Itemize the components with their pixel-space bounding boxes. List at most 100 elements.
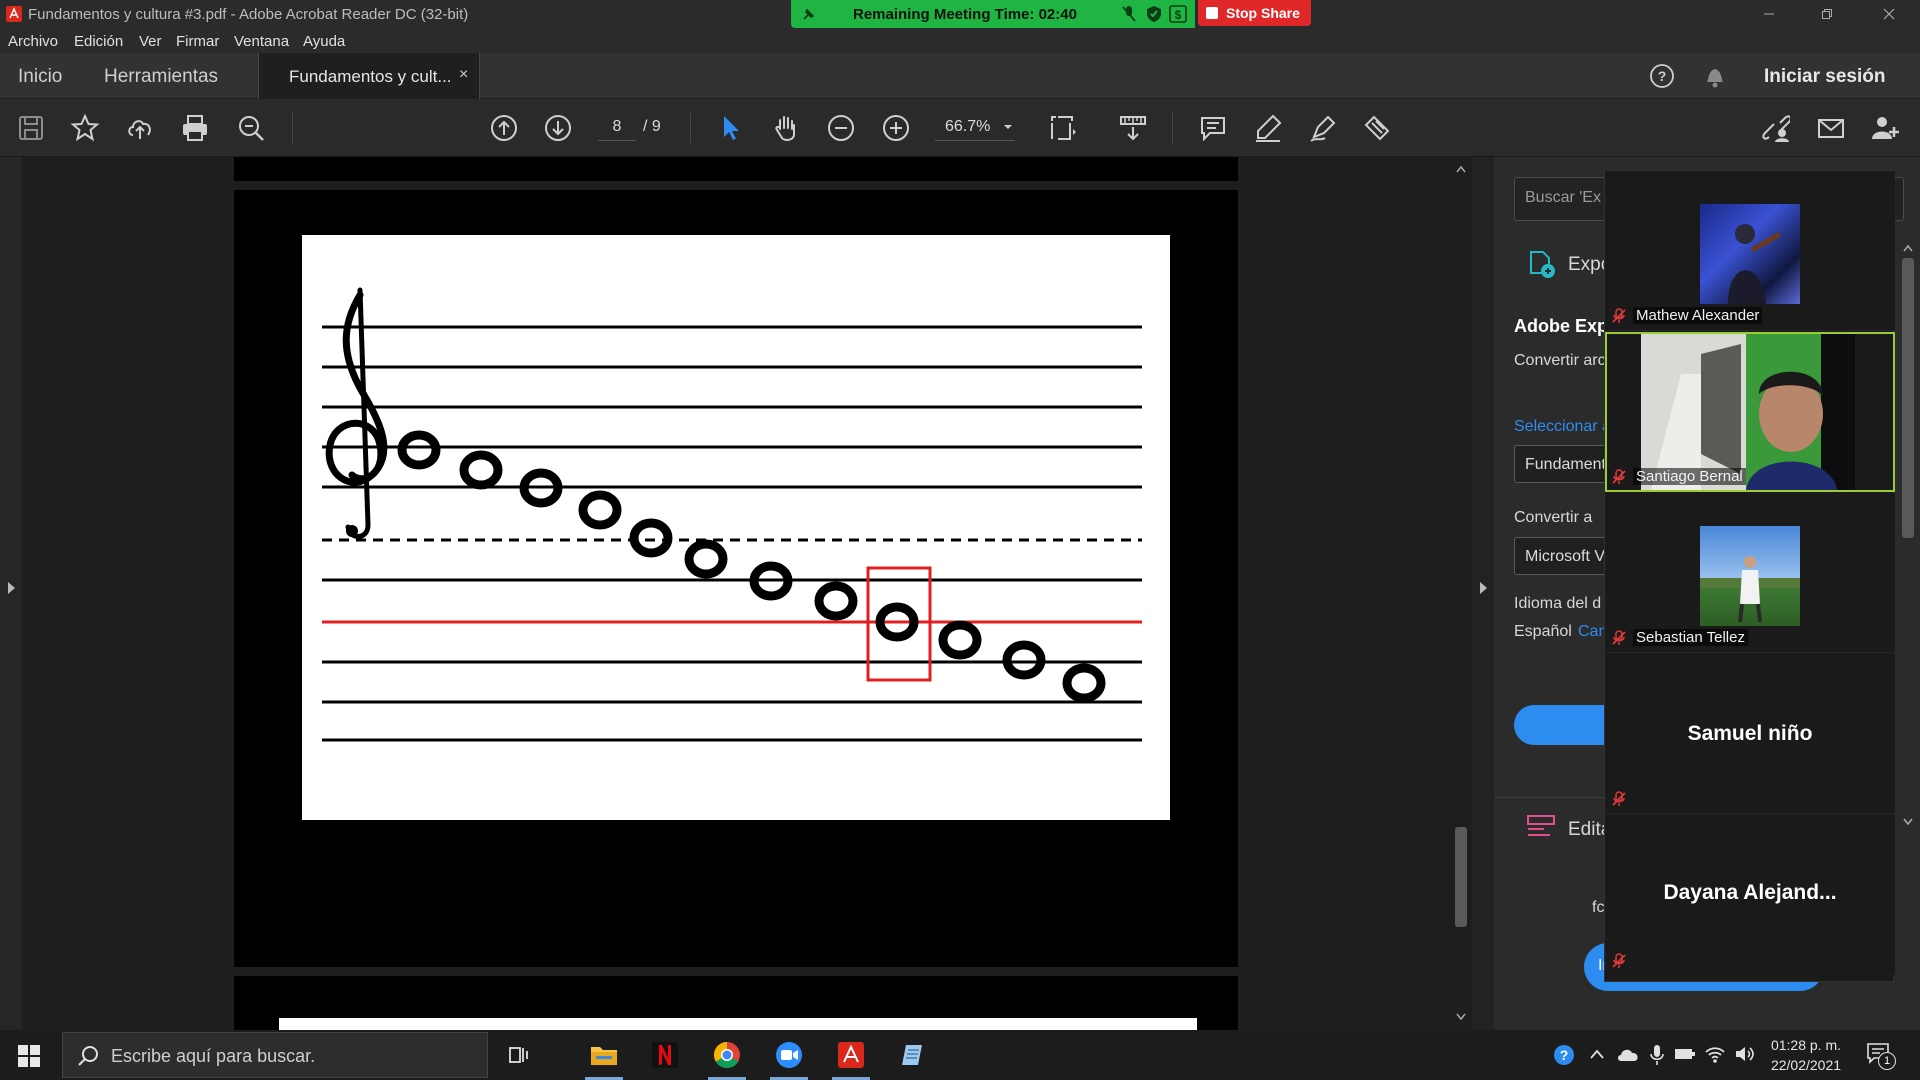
stop-icon [1206, 7, 1218, 19]
clock-date: 22/02/2021 [1770, 1057, 1842, 1073]
wifi-icon[interactable] [1704, 1044, 1726, 1064]
tab-home[interactable]: Inicio [18, 66, 62, 88]
scroll-up-icon[interactable] [1903, 244, 1913, 252]
comment-icon[interactable] [1198, 113, 1228, 143]
minimize-button[interactable] [1746, 0, 1792, 28]
menu-bar: Archivo Edición Ver Firmar Ventana Ayuda [0, 28, 1920, 53]
page-number-input[interactable]: 8 [598, 113, 636, 141]
scroll-mode-icon[interactable] [1118, 113, 1148, 143]
mic-muted-icon [1612, 469, 1626, 484]
separator [1172, 113, 1173, 143]
upper-staff-lines [322, 325, 1142, 489]
taskbar-acrobat[interactable] [826, 1030, 876, 1080]
taskbar-search-input[interactable]: Escribe aquí para buscar. [62, 1032, 488, 1078]
search-zoom-icon[interactable] [236, 113, 266, 143]
convert-to-label: Convertir a [1514, 509, 1593, 526]
task-view-icon [509, 1047, 528, 1063]
add-user-icon[interactable] [1870, 113, 1900, 143]
menu-edicion[interactable]: Edición [74, 33, 123, 50]
taskbar-app[interactable] [888, 1030, 938, 1080]
edit-redact-icon[interactable] [1362, 113, 1392, 143]
select-file-link[interactable]: Seleccionar a [1514, 418, 1611, 436]
format-select-value: Microsoft V [1525, 548, 1606, 565]
scroll-up-icon[interactable] [1456, 165, 1466, 173]
page-up-icon[interactable] [489, 113, 519, 143]
chrome-icon [713, 1041, 740, 1069]
upload-cloud-icon[interactable] [125, 113, 155, 143]
video-frame [1641, 334, 1855, 490]
menu-ventana[interactable]: Ventana [234, 33, 289, 50]
left-panel-toggle[interactable] [0, 157, 22, 1030]
close-window-button[interactable] [1866, 0, 1912, 28]
highlight-pen-icon[interactable] [1253, 113, 1283, 143]
scrollbar-thumb[interactable] [1902, 258, 1914, 538]
toolbar: 8 / 9 66.7% [0, 99, 1920, 157]
hand-icon[interactable] [771, 113, 801, 143]
meeting-timer[interactable]: Remaining Meeting Time: 02:40 $ [791, 0, 1195, 28]
scroll-down-icon[interactable] [1456, 1013, 1466, 1021]
mic-muted-icon [1612, 630, 1626, 645]
participant-tile[interactable]: Sebastian Tellez [1605, 493, 1895, 653]
help-tray-icon[interactable]: ? [1553, 1044, 1575, 1066]
sign-pen-icon[interactable] [1308, 113, 1338, 143]
participant-tile-active[interactable]: Santiago Bernal [1605, 332, 1895, 492]
participant-tile[interactable]: Samuel niño [1605, 654, 1895, 814]
tab-close-button[interactable]: × [459, 66, 468, 84]
taskbar-netflix[interactable] [640, 1030, 690, 1080]
edit-pdf-icon[interactable] [1526, 814, 1556, 838]
volume-icon[interactable] [1734, 1044, 1756, 1064]
participant-name: Mathew Alexander [1633, 307, 1763, 324]
minimize-icon [1764, 13, 1774, 15]
taskbar-file-explorer[interactable] [579, 1030, 629, 1080]
taskbar-zoom[interactable] [764, 1030, 814, 1080]
avatar-image [1700, 556, 1800, 623]
taskbar-chrome[interactable] [702, 1030, 752, 1080]
export-pdf-icon[interactable] [1526, 249, 1556, 279]
notifications-button[interactable]: 1 [1866, 1042, 1896, 1070]
menu-ayuda[interactable]: Ayuda [303, 33, 345, 50]
link-person-icon[interactable] [1760, 113, 1790, 143]
participant-tile[interactable]: Dayana Alejand... [1605, 815, 1895, 975]
zoom-icon [776, 1042, 802, 1068]
battery-icon[interactable] [1674, 1047, 1696, 1061]
fit-page-icon[interactable] [1048, 113, 1078, 143]
zoom-in-icon[interactable] [881, 113, 911, 143]
select-cursor-icon[interactable] [716, 113, 746, 143]
print-icon[interactable] [180, 113, 210, 143]
windows-taskbar: Escribe aquí para buscar. ? 01:28 p. m. … [0, 1030, 1920, 1080]
scrollbar-thumb[interactable] [1455, 827, 1467, 927]
microphone-icon[interactable] [1650, 1044, 1664, 1066]
sign-in-link[interactable]: Iniciar sesión [1764, 66, 1885, 88]
zoom-out-icon[interactable] [826, 113, 856, 143]
star-icon[interactable] [70, 113, 100, 143]
tab-tools[interactable]: Herramientas [104, 66, 218, 88]
page-total: / 9 [643, 118, 661, 135]
participant-tile[interactable]: Mathew Alexander [1605, 171, 1895, 331]
previous-page-edge [234, 157, 1238, 181]
menu-firmar[interactable]: Firmar [176, 33, 219, 50]
windows-start-icon[interactable] [18, 1045, 40, 1067]
onedrive-icon[interactable] [1616, 1046, 1640, 1062]
right-panel-toggle[interactable] [1472, 157, 1494, 1030]
menu-archivo[interactable]: Archivo [8, 33, 58, 50]
chevron-up-icon[interactable] [1589, 1047, 1605, 1061]
tab-document[interactable]: Fundamentos y cult... × [258, 53, 480, 99]
scroll-down-icon[interactable] [1903, 818, 1913, 826]
mic-muted-icon [1612, 308, 1626, 323]
task-view-button[interactable] [494, 1030, 544, 1080]
restore-button[interactable] [1804, 0, 1850, 28]
bell-icon[interactable] [1703, 63, 1727, 89]
menu-ver[interactable]: Ver [139, 33, 162, 50]
mic-muted-icon [1612, 953, 1626, 968]
help-icon[interactable]: ? [1649, 63, 1675, 89]
save-icon[interactable] [16, 113, 46, 143]
tools-pane-scrollbar[interactable] [1898, 240, 1918, 830]
page-down-icon[interactable] [543, 113, 573, 143]
chevron-down-icon[interactable] [1003, 123, 1013, 131]
stop-share-button[interactable]: Stop Share [1198, 0, 1311, 26]
file-select-value: Fundament [1525, 456, 1606, 473]
document-scrollbar[interactable] [1451, 157, 1471, 1030]
system-clock[interactable]: 01:28 p. m. 22/02/2021 [1756, 1035, 1856, 1075]
participant-avatar [1700, 526, 1800, 626]
mail-icon[interactable] [1816, 113, 1846, 143]
